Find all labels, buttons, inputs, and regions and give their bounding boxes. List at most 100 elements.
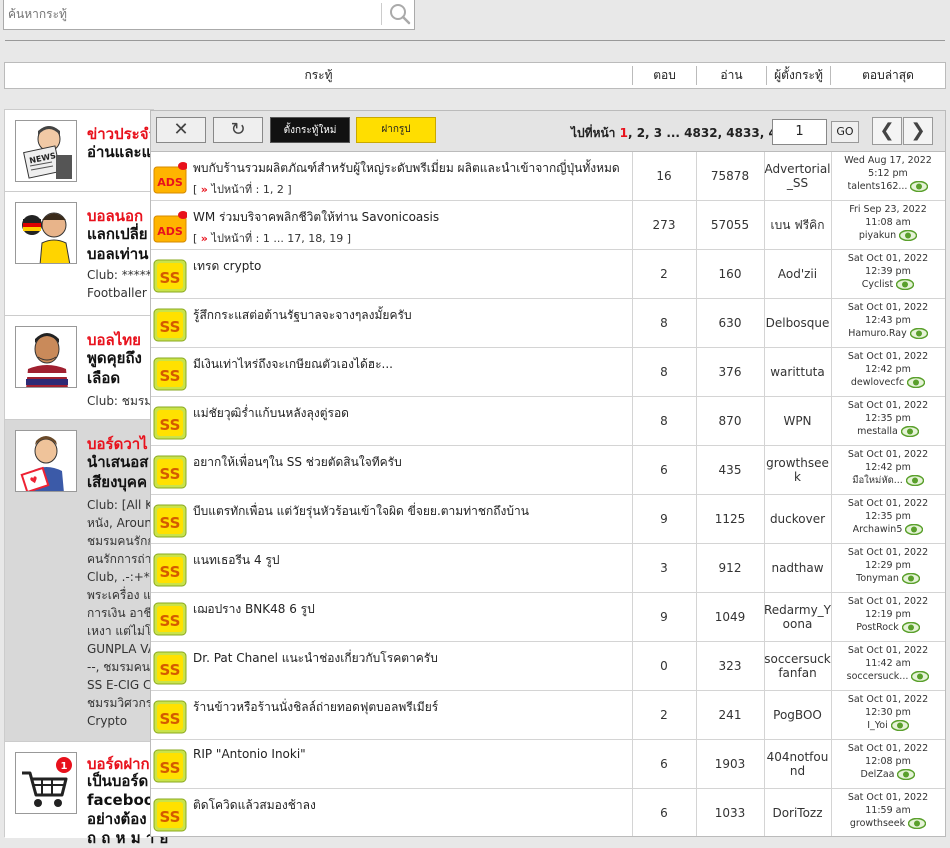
last-reply-date: Sat Oct 01, 2022	[847, 449, 929, 460]
last-reply-user[interactable]: piyakun	[859, 229, 896, 242]
topic-author[interactable]: warittuta	[764, 348, 831, 396]
topic-title[interactable]: Dr. Pat Chanel แนะนำช่องเกี่ยวกับโรคตาคร…	[193, 649, 627, 668]
eye-icon[interactable]	[910, 181, 929, 192]
ss-topic-icon: SS	[153, 798, 187, 832]
topic-author[interactable]: Delbosque	[764, 299, 831, 347]
topic-author[interactable]: nadthaw	[764, 544, 831, 592]
board-news[interactable]: NEWS ข่าวประจำ อ่านและแ	[5, 110, 157, 192]
board-marketplace[interactable]: 1 บอร์ดฝาก เป็นบอร์ด facebook อย่างต้อง …	[5, 742, 168, 847]
eye-icon[interactable]	[908, 818, 927, 829]
topic-author[interactable]: PogBOO	[764, 691, 831, 739]
topic-row[interactable]: SS เฌอปราง BNK48 6 รูป 9 1049 Redarmy_Yoona S…	[151, 593, 945, 642]
topic-row[interactable]: SS บีบแตรทักเพื่อน แต่วัยรุ่นหัวร้อนเข้าใ…	[151, 495, 945, 544]
close-button[interactable]: ✕	[156, 117, 206, 143]
topic-title[interactable]: ติดโควิดแล้วสมองช้าลง	[193, 796, 627, 815]
topic-title[interactable]: พบกับร้านรวมผลิตภัณฑ์สำหรับผู้ใหญ่ระดับพ…	[193, 159, 627, 178]
eye-icon[interactable]	[907, 377, 926, 388]
topic-title[interactable]: รู้สึกกระแสต่อต้านรัฐบาลจะจางๆลงมั้ยครับ	[193, 306, 627, 325]
topic-row[interactable]: SS แนทเธอรีน 4 รูป 3 912 nadthaw Sat Oct 01, …	[151, 544, 945, 593]
topic-row[interactable]: SS ติดโควิดแล้วสมองช้าลง 6 1033 DoriTozz Sat …	[151, 789, 945, 836]
board-thai-football[interactable]: บอลไทย พูดคุยถึง เลือด Club: ชมรม	[5, 316, 153, 420]
topic-row[interactable]: SS เทรด crypto 2 160 Aod'zii Sat Oct 01, 2022…	[151, 250, 945, 299]
eye-icon[interactable]	[905, 475, 924, 486]
page-number-input[interactable]: 1	[772, 119, 827, 145]
page-links[interactable]: 1 ... 17, 18, 19 ]	[263, 232, 351, 245]
new-topic-button[interactable]: ตั้งกระทู้ใหม่	[270, 117, 350, 143]
topic-title[interactable]: RIP "Antonio Inoki"	[193, 747, 627, 761]
topic-title[interactable]: เฌอปราง BNK48 6 รูป	[193, 600, 627, 619]
last-reply-user[interactable]: I_Yoi	[867, 719, 888, 732]
topic-row[interactable]: ADS WM ร่วมบริจาคพลิกชีวิตให้ท่าน Savonic…	[151, 201, 945, 250]
topic-title[interactable]: อยากให้เพื่อนๆใน SS ช่วยตัดสินใจทีครับ	[193, 453, 627, 472]
last-reply-user[interactable]: Cyclist	[862, 278, 893, 291]
topic-author[interactable]: growthseek	[764, 446, 831, 494]
topic-title[interactable]: แม่ชัยวุฒิร่ำแก้บนหลังลุงตู่รอด	[193, 404, 627, 423]
topic-row[interactable]: SS Dr. Pat Chanel แนะนำช่องเกี่ยวกับโรคตา…	[151, 642, 945, 691]
topic-title[interactable]: บีบแตรทักเพื่อน แต่วัยรุ่นหัวร้อนเข้าใจผ…	[193, 502, 627, 521]
last-reply-date: Sat Oct 01, 2022	[847, 547, 929, 558]
page-link-current[interactable]: 1	[620, 126, 628, 140]
board-variety[interactable]: ♥ บอร์ดวาไ นำเสนอส เสียงบุคค Club: [All …	[5, 420, 161, 742]
topic-title[interactable]: มีเงินเท่าไหร่ถึงจะเกษียณตัวเองได้ฮะ...	[193, 355, 627, 374]
topic-author[interactable]: Advertorial_SS	[764, 152, 831, 200]
last-reply-user[interactable]: dewlovecfc	[851, 376, 904, 389]
last-reply-user[interactable]: growthseek	[850, 817, 905, 830]
next-page-button[interactable]: ❯	[903, 117, 933, 145]
eye-icon[interactable]	[897, 769, 916, 780]
topic-row[interactable]: ADS พบกับร้านรวมผลิตภัณฑ์สำหรับผู้ใหญ่ระด…	[151, 152, 945, 201]
topic-title[interactable]: WM ร่วมบริจาคพลิกชีวิตให้ท่าน Savonicoas…	[193, 208, 627, 227]
post-picture-button[interactable]: ฝากรูป	[356, 117, 436, 143]
board-description: แลกเปลี่ย	[87, 225, 148, 243]
eye-icon[interactable]	[911, 671, 930, 682]
search-icon[interactable]	[387, 2, 413, 26]
topic-row[interactable]: SS แม่ชัยวุฒิร่ำแก้บนหลังลุงตู่รอด 8 870 WPN…	[151, 397, 945, 446]
last-reply-user[interactable]: Archawin5	[853, 523, 903, 536]
topic-author[interactable]: Redarmy_Yoona	[764, 593, 831, 641]
refresh-button[interactable]: ↻	[213, 117, 263, 143]
topic-title[interactable]: เทรด crypto	[193, 257, 627, 276]
topic-row[interactable]: SS รู้สึกกระแสต่อต้านรัฐบาลจะจางๆลงมั้ยคร…	[151, 299, 945, 348]
eye-icon[interactable]	[899, 230, 918, 241]
last-reply-user[interactable]: talents162...	[848, 180, 908, 193]
last-reply-user[interactable]: soccersuck...	[847, 670, 909, 683]
eye-icon[interactable]	[901, 573, 920, 584]
eye-icon[interactable]	[896, 279, 915, 290]
topic-author[interactable]: duckover	[764, 495, 831, 543]
eye-icon[interactable]	[905, 524, 924, 535]
topic-author[interactable]: DoriTozz	[764, 789, 831, 836]
topic-author[interactable]: soccersuckfanfan	[764, 642, 831, 690]
topic-author[interactable]: เบน ฟรีคิก	[764, 201, 831, 249]
svg-text:SS: SS	[160, 269, 181, 287]
topic-author[interactable]: 404notfound	[764, 740, 831, 788]
eye-icon[interactable]	[901, 622, 920, 633]
topic-row[interactable]: SS อยากให้เพื่อนๆใน SS ช่วยตัดสินใจทีครับ…	[151, 446, 945, 495]
board-foreign-football[interactable]: บอลนอก แลกเปลี่ย บอลเท่าน Club: ****** F…	[5, 192, 158, 316]
search-input[interactable]	[6, 1, 376, 27]
board-description: นำเสนอส	[87, 453, 149, 471]
topic-author[interactable]: WPN	[764, 397, 831, 445]
prev-page-button[interactable]: ❮	[872, 117, 902, 145]
topic-title[interactable]: ร้านข้าวหรือร้านนั่งชิลล์ถ่ายทอดฟุตบอลพร…	[193, 698, 627, 717]
page-links[interactable]: 1, 2 ]	[263, 183, 292, 196]
topic-author[interactable]: Aod'zii	[764, 250, 831, 298]
eye-icon[interactable]	[909, 328, 928, 339]
last-reply-user[interactable]: Hamuro.Ray	[848, 327, 906, 340]
reply-count: 3	[660, 561, 668, 575]
topic-row[interactable]: SS มีเงินเท่าไหร่ถึงจะเกษียณตัวเองได้ฮะ..…	[151, 348, 945, 397]
topic-row[interactable]: SS ร้านข้าวหรือร้านนั่งชิลล์ถ่ายทอดฟุตบอล…	[151, 691, 945, 740]
eye-icon[interactable]	[900, 426, 919, 437]
last-reply-user[interactable]: mestalla	[857, 425, 898, 438]
go-button[interactable]: GO	[831, 121, 859, 143]
view-count: 1033	[714, 806, 746, 820]
last-reply-user[interactable]: PostRock	[856, 621, 899, 634]
ss-topic-icon: SS	[153, 651, 187, 685]
reply-count: 2	[660, 708, 668, 722]
topic-pages: [ » ไปหน้าที่ : 1 ... 17, 18, 19 ]	[193, 232, 352, 245]
last-reply-user[interactable]: Tonyman	[856, 572, 899, 585]
last-reply-user[interactable]: DelZaa	[861, 768, 895, 781]
eye-icon[interactable]	[890, 720, 909, 731]
topic-row[interactable]: SS RIP "Antonio Inoki" 6 1903 404notfound Sat…	[151, 740, 945, 789]
last-reply-user[interactable]: มือใหม่หัด...	[852, 474, 903, 487]
topic-title[interactable]: แนทเธอรีน 4 รูป	[193, 551, 627, 570]
ss-topic-icon: SS	[153, 553, 187, 587]
